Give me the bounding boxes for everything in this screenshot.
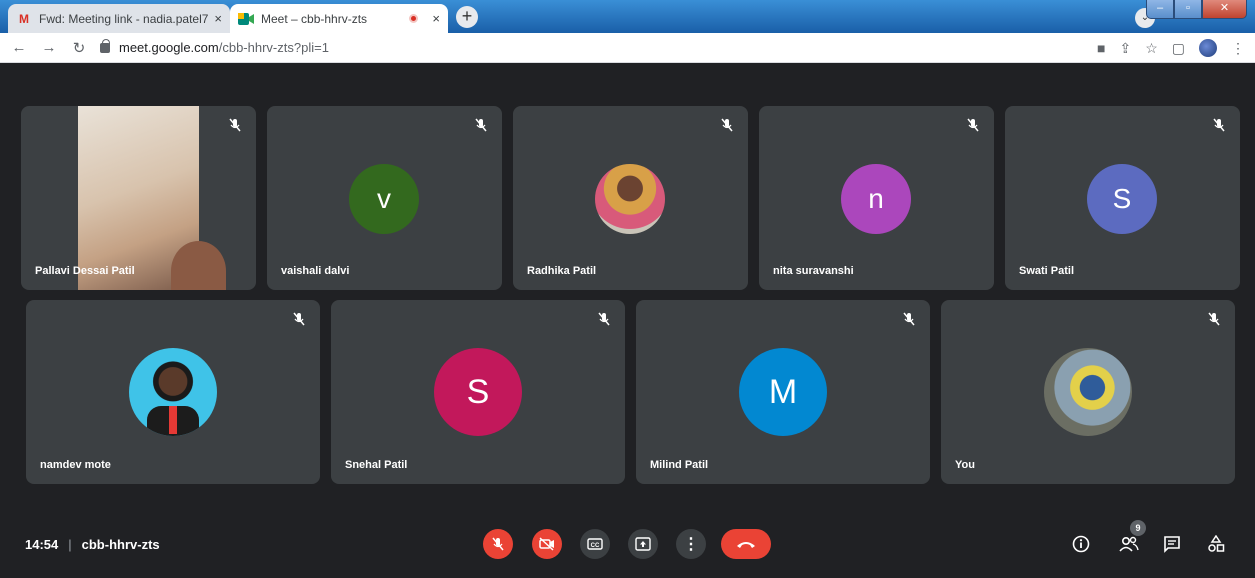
camera-indicator-icon[interactable]: ■	[1097, 40, 1105, 56]
more-vert-icon: ⋮	[683, 536, 699, 553]
share-icon[interactable]: ⇪	[1119, 40, 1131, 57]
avatar-photo	[129, 348, 217, 436]
tab-gmail[interactable]: M Fwd: Meeting link - nadia.patel78 ×	[8, 4, 230, 33]
avatar: v	[349, 164, 419, 234]
participant-tile[interactable]: n nita suravanshi	[759, 106, 994, 290]
present-icon	[635, 537, 651, 551]
tab-close-icon[interactable]: ×	[214, 11, 222, 26]
toggle-camera-button[interactable]	[532, 529, 562, 559]
meeting-time: 14:54	[25, 537, 59, 552]
avatar: S	[1087, 164, 1157, 234]
lock-icon[interactable]	[100, 38, 110, 53]
mic-off-icon	[967, 118, 979, 132]
camera-off-icon	[539, 537, 554, 551]
new-tab-button[interactable]: +	[456, 6, 478, 28]
bookmark-star-icon[interactable]: ☆	[1145, 40, 1158, 57]
participant-tile[interactable]: namdev mote	[26, 300, 320, 484]
participant-name: Swati Patil	[1019, 265, 1075, 277]
hang-up-icon	[737, 542, 755, 548]
back-icon[interactable]: ←	[8, 39, 30, 56]
participant-tile[interactable]: Pallavi Dessai Patil	[21, 106, 256, 290]
participant-face	[171, 241, 226, 290]
recording-icon	[409, 14, 419, 23]
people-icon	[1119, 536, 1139, 552]
participant-tile[interactable]: M Milind Patil	[636, 300, 930, 484]
minimize-button[interactable]: –	[1146, 0, 1174, 19]
separator: |	[68, 537, 72, 552]
participant-name: Snehal Patil	[345, 459, 408, 471]
participant-tile[interactable]: S Swati Patil	[1005, 106, 1240, 290]
meet-icon	[238, 12, 254, 26]
mic-off-icon	[721, 118, 733, 132]
svg-text:CC: CC	[591, 543, 600, 549]
participant-tile[interactable]: Radhika Patil	[513, 106, 748, 290]
mic-off-icon	[293, 312, 305, 326]
toggle-mic-button[interactable]	[483, 529, 513, 559]
more-options-button[interactable]: ⋮	[676, 529, 706, 559]
mic-off-icon	[1208, 312, 1220, 326]
info-icon	[1072, 535, 1090, 553]
avatar: M	[739, 348, 827, 436]
captions-button[interactable]: CC	[580, 529, 610, 559]
side-panel-icon[interactable]: ▢	[1172, 40, 1185, 57]
participant-name: Radhika Patil	[527, 265, 597, 277]
participant-name: namdev mote	[40, 459, 111, 471]
meeting-code: cbb-hhrv-zts	[81, 537, 160, 552]
tab-meet[interactable]: Meet – cbb-hhrv-zts ×	[230, 4, 448, 33]
people-button[interactable]	[1118, 535, 1140, 558]
chrome-menu-icon[interactable]: ⋮	[1231, 40, 1245, 57]
browser-toolbar: ← → ↻ meet.google.com/cbb-hhrv-zts?pli=1…	[0, 33, 1255, 63]
activities-button[interactable]	[1207, 534, 1225, 558]
meeting-info-button[interactable]	[1072, 535, 1090, 558]
gmail-icon: M	[19, 11, 29, 26]
url-path: /cbb-hhrv-zts?pli=1	[218, 40, 329, 55]
present-now-button[interactable]	[628, 529, 658, 559]
avatar: n	[841, 164, 911, 234]
meeting-controls-bar: 14:54 | cbb-hhrv-zts CC ⋮ 9	[0, 515, 1255, 578]
browser-tab-strip: M Fwd: Meeting link - nadia.patel78 × Me…	[0, 0, 1255, 33]
mic-off-icon	[475, 118, 487, 132]
toolbar-actions: ■ ⇪ ☆ ▢ ⋮	[1097, 39, 1245, 57]
url-domain: meet.google.com	[119, 40, 219, 55]
tab-title: Fwd: Meeting link - nadia.patel78	[39, 11, 209, 26]
participant-name: nita suravanshi	[773, 265, 854, 277]
participant-name: Pallavi Dessai Patil	[35, 265, 135, 277]
participant-tile[interactable]: S Snehal Patil	[331, 300, 625, 484]
mic-off-icon	[229, 118, 241, 132]
mic-off-icon	[903, 312, 915, 326]
participant-name: Milind Patil	[650, 459, 709, 471]
profile-avatar[interactable]	[1199, 39, 1217, 57]
avatar-photo	[1044, 348, 1132, 436]
tab-title: Meet – cbb-hhrv-zts	[261, 11, 368, 26]
participant-tile[interactable]: You	[941, 300, 1235, 484]
participant-count-badge: 9	[1130, 520, 1146, 536]
reload-icon[interactable]: ↻	[68, 39, 90, 57]
forward-icon[interactable]: →	[38, 39, 60, 56]
mic-off-icon	[1213, 118, 1225, 132]
close-window-button[interactable]: ✕	[1202, 0, 1247, 19]
window-controls: – ▫ ✕	[1146, 0, 1247, 19]
avatar-photo	[595, 164, 665, 234]
activities-icon	[1208, 534, 1225, 552]
meeting-details: 14:54 | cbb-hhrv-zts	[25, 537, 160, 552]
mic-off-icon	[492, 537, 504, 551]
participant-name: You	[955, 459, 975, 471]
chat-icon	[1164, 536, 1180, 553]
tab-close-icon[interactable]: ×	[432, 11, 440, 26]
chat-button[interactable]	[1163, 535, 1181, 558]
captions-icon: CC	[587, 538, 603, 550]
restore-button[interactable]: ▫	[1174, 0, 1202, 19]
leave-call-button[interactable]	[721, 529, 771, 559]
participant-name: vaishali dalvi	[281, 265, 350, 277]
participant-tile[interactable]: v vaishali dalvi	[267, 106, 502, 290]
avatar: S	[434, 348, 522, 436]
mic-off-icon	[598, 312, 610, 326]
address-bar[interactable]: meet.google.com/cbb-hhrv-zts?pli=1	[100, 38, 329, 55]
